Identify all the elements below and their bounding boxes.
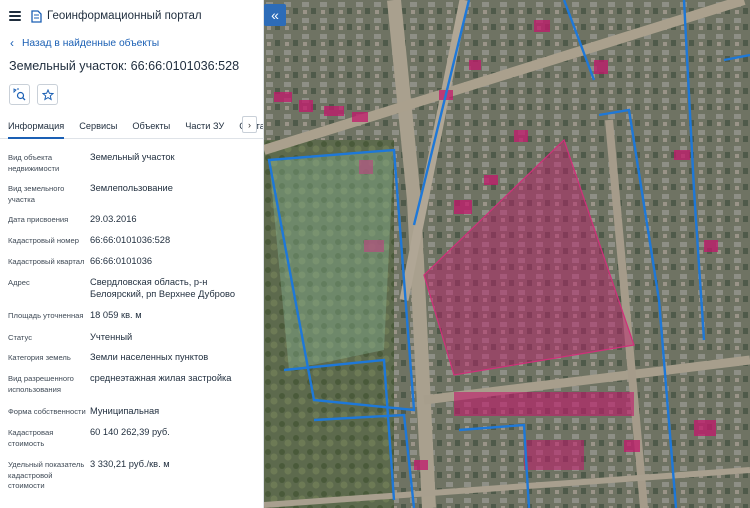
property-value: среднеэтажная жилая застройка [90,373,232,383]
app-header: Геоинформационный портал [0,0,263,32]
tabs-bar: Информация Сервисы Объекты Части ЗУ Сост… [0,111,263,139]
property-label: Статус [8,333,33,342]
property-value: Землепользование [90,183,173,193]
info-panel: Геоинформационный портал ‹ Назад в найде… [0,0,264,508]
double-chevron-left-icon[interactable]: « [264,4,286,26]
property-label: Кадастровая стоимость [8,428,54,448]
map-search-icon [13,88,26,101]
map-search-button[interactable] [9,84,30,105]
app-title: Геоинформационный портал [47,10,202,22]
tab-objects[interactable]: Объекты [132,121,170,138]
property-label: Вид земельного участка [8,184,65,204]
satellite-map[interactable] [264,0,750,508]
back-to-results-link[interactable]: ‹ Назад в найденные объекты [0,32,263,54]
property-value: 3 330,21 руб./кв. м [90,459,170,469]
property-label: Категория земель [8,353,71,362]
property-value: 60 140 262,39 руб. [90,427,170,437]
property-value: 66:66:0101036 [90,256,153,266]
property-value: Земли населенных пунктов [90,352,209,362]
property-value: 29.03.2016 [90,214,137,224]
property-value: Учтенный [90,332,133,342]
property-value: 66:66:0101036:528 [90,235,171,245]
property-label: Адрес [8,278,30,287]
property-label: Удельный показатель кадастровой стоимост… [8,460,85,490]
property-value: Муниципальная [90,406,160,416]
property-label: Кадастровый квартал [8,257,85,266]
star-icon [41,88,54,101]
property-value: Земельный участок [90,152,175,162]
tab-parts[interactable]: Части ЗУ [185,121,224,138]
property-label: Площадь уточненная [8,311,84,320]
menu-icon[interactable] [9,11,21,21]
tab-information[interactable]: Информация [8,121,65,139]
portal-logo-icon [31,9,42,23]
property-value: 18 059 кв. м [90,310,142,320]
chevron-right-icon[interactable]: › [242,116,257,133]
tab-services[interactable]: Сервисы [79,121,117,138]
object-actions [0,84,263,105]
favorite-button[interactable] [37,84,58,105]
property-value: Свердловская область, р-н Белоярский, рп… [90,277,235,299]
property-label: Форма собственности [8,407,86,416]
object-title: Земельный участок: 66:66:0101036:528 [9,59,240,73]
property-label: Кадастровый номер [8,236,79,245]
property-label: Вид разрешенного использования [8,374,74,394]
back-link-label: Назад в найденные объекты [22,37,160,49]
map-view[interactable] [264,0,750,508]
property-label: Вид объекта недвижимости [8,153,60,173]
property-list: Вид объекта недвижимости Земельный участ… [0,139,263,490]
chevron-left-icon: ‹ [10,36,14,50]
property-label: Дата присвоения [8,215,69,224]
